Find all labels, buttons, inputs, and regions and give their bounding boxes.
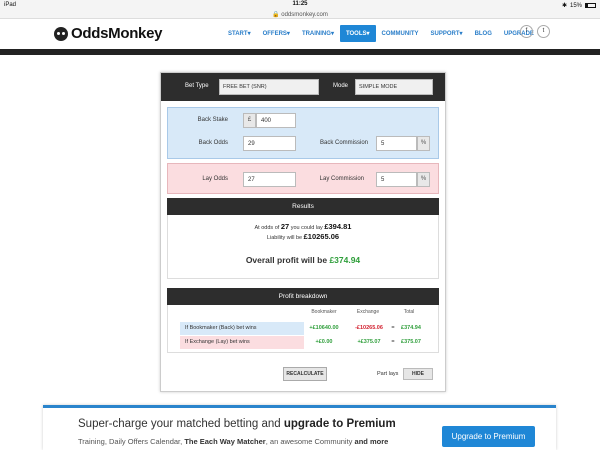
back-commission-label: Back Commission xyxy=(319,140,368,146)
status-bar: iPad 11:25 ✱ 15% xyxy=(0,0,600,11)
nav-offers[interactable]: OFFERS▾ xyxy=(257,25,296,42)
url-text: oddsmonkey.com xyxy=(281,12,328,18)
lay-commission-input[interactable]: 5 xyxy=(376,172,417,187)
back-odds-input[interactable]: 29 xyxy=(243,136,296,151)
lock-icon: 🔒 xyxy=(272,12,280,18)
nav-blog[interactable]: BLOG xyxy=(469,26,498,42)
chevron-down-icon: ▾ xyxy=(459,31,463,37)
mode-label: Mode xyxy=(333,83,349,89)
nav-tools[interactable]: TOOLS▾ xyxy=(339,25,376,42)
part-lays-label: Part lays xyxy=(377,371,399,377)
table-row: If Exchange (Lay) bet wins +£0.00 +£375.… xyxy=(180,336,428,349)
twitter-icon[interactable]: t xyxy=(537,25,550,38)
social-links: f t xyxy=(520,25,550,38)
lay-odds-input[interactable]: 27 xyxy=(243,172,296,187)
table-row: If Bookmaker (Back) bet wins +£10640.00 … xyxy=(180,322,428,335)
row-label: If Bookmaker (Back) bet wins xyxy=(180,322,304,335)
row-label: If Exchange (Lay) bet wins xyxy=(180,336,304,349)
battery-icon xyxy=(585,3,596,8)
percent-addon: % xyxy=(417,136,430,151)
status-right: ✱ 15% xyxy=(562,2,596,9)
mode-select[interactable]: SIMPLE MODE xyxy=(355,79,433,95)
header-divider xyxy=(0,49,600,55)
chevron-down-icon: ▾ xyxy=(247,31,251,37)
nav-community[interactable]: COMMUNITY xyxy=(376,26,425,42)
bluetooth-icon: ✱ xyxy=(561,3,567,9)
col-exchange: Exchange xyxy=(356,309,380,315)
nav-support[interactable]: SUPPORT▾ xyxy=(425,25,469,42)
exchange-cell: +£375.07 xyxy=(357,339,381,345)
back-bet-section: Back Stake £ 400 Back Odds 29 Back Commi… xyxy=(167,107,439,159)
facebook-icon[interactable]: f xyxy=(520,25,533,38)
lay-bet-section: Lay Odds 27 Lay Commission 5 % xyxy=(167,163,439,194)
chevron-down-icon: ▾ xyxy=(286,31,290,37)
monkey-logo-icon xyxy=(54,26,68,41)
col-total: Total xyxy=(403,309,415,315)
col-bookmaker: Bookmaker xyxy=(311,309,337,315)
liability-line: Liability will be £10265.06 xyxy=(266,232,340,241)
results-header: Results xyxy=(167,198,439,215)
recalculate-button[interactable]: RECALCULATE xyxy=(283,367,327,381)
results-box: At odds of 27 you could lay £394.81 Liab… xyxy=(167,215,439,279)
logo[interactable]: OddsMonkey xyxy=(54,25,162,42)
currency-addon: £ xyxy=(243,113,256,128)
calculator-topbar: Bet Type FREE BET (SNR) Mode SIMPLE MODE xyxy=(161,73,445,101)
chevron-down-icon: ▾ xyxy=(366,31,370,37)
upgrade-to-premium-button[interactable]: Upgrade to Premium xyxy=(442,426,535,447)
address-bar[interactable]: 🔒 oddsmonkey.com xyxy=(0,11,600,19)
back-commission-input[interactable]: 5 xyxy=(376,136,417,151)
overall-profit: Overall profit will be £374.94 xyxy=(245,255,361,265)
nav-training[interactable]: TRAINING▾ xyxy=(296,25,340,42)
chevron-down-icon: ▾ xyxy=(330,31,334,37)
lay-commission-label: Lay Commission xyxy=(319,176,364,182)
back-stake-label: Back Stake xyxy=(197,117,228,123)
liability-value: £10265.06 xyxy=(303,232,340,241)
premium-promo-banner: Super-charge your matched betting and up… xyxy=(43,405,556,450)
clock: 11:25 xyxy=(292,1,308,7)
profit-breakdown-header: Profit breakdown xyxy=(167,288,439,305)
promo-subtitle: Training, Daily Offers Calendar, The Eac… xyxy=(78,437,389,446)
odds-value: 27 xyxy=(280,222,290,231)
percent-addon: % xyxy=(417,172,430,187)
part-lays-hide-toggle[interactable]: HIDE xyxy=(403,368,433,380)
back-stake-input[interactable]: 400 xyxy=(256,113,296,128)
lay-amount: £394.81 xyxy=(324,222,352,231)
total-cell: £374.94 xyxy=(401,325,421,331)
bet-type-label: Bet Type xyxy=(185,83,209,89)
promo-title: Super-charge your matched betting and up… xyxy=(78,418,396,430)
profit-breakdown-box: Bookmaker Exchange Total If Bookmaker (B… xyxy=(167,305,439,353)
calculator-panel: Bet Type FREE BET (SNR) Mode SIMPLE MODE… xyxy=(160,72,446,392)
exchange-cell: -£10265.06 xyxy=(355,325,383,331)
total-cell: £375.07 xyxy=(401,339,421,345)
nav-start[interactable]: START▾ xyxy=(222,25,257,42)
main-nav: START▾ OFFERS▾ TRAINING▾ TOOLS▾ COMMUNIT… xyxy=(222,25,540,42)
site-header: OddsMonkey START▾ OFFERS▾ TRAINING▾ TOOL… xyxy=(0,19,600,49)
lay-stake-line: At odds of 27 you could lay £394.81 xyxy=(254,222,352,231)
overall-profit-value: £374.94 xyxy=(329,255,361,265)
battery-percent: 15% xyxy=(569,2,582,9)
lay-odds-label: Lay Odds xyxy=(202,176,228,182)
bet-type-select[interactable]: FREE BET (SNR) xyxy=(219,79,319,95)
bookmaker-cell: +£10640.00 xyxy=(309,325,339,331)
logo-text: OddsMonkey xyxy=(71,25,163,42)
back-odds-label: Back Odds xyxy=(198,140,228,146)
bookmaker-cell: +£0.00 xyxy=(315,339,333,345)
